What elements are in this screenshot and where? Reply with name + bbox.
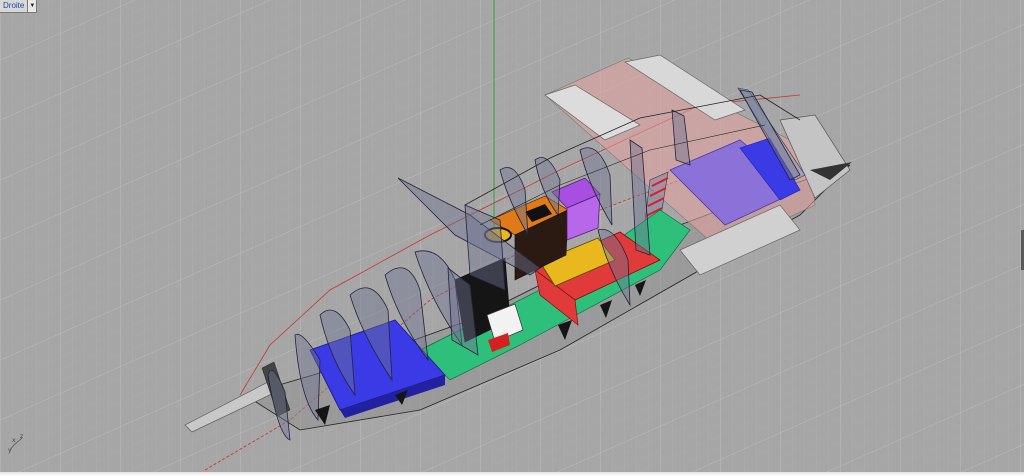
axis-label-x: x — [12, 437, 16, 444]
axis-label-y: y — [8, 447, 12, 454]
viewport-menu-button[interactable]: ▼ — [27, 0, 37, 12]
axis-label-z: z — [20, 433, 23, 440]
viewport-title[interactable]: Droite — [0, 0, 27, 12]
viewport-bottom-border — [0, 472, 1024, 476]
triangle-down-icon: ▼ — [29, 3, 36, 9]
construction-grid-major — [0, 0, 1024, 476]
viewport-right[interactable]: Droite ▼ x z y — [0, 0, 1024, 476]
3d-scene[interactable]: x z y — [0, 0, 1024, 476]
viewport-tab[interactable]: Droite ▼ — [0, 0, 38, 13]
